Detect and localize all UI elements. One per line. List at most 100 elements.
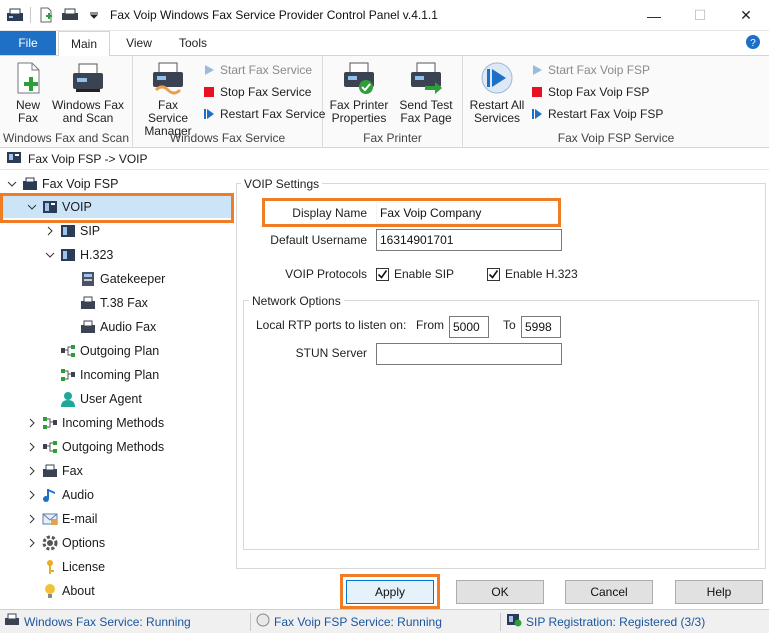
tree-item-about[interactable]: About xyxy=(42,580,95,602)
gear-icon xyxy=(42,535,58,551)
tree-item-root[interactable]: Fax Voip FSP xyxy=(6,173,118,195)
registered-phone-icon xyxy=(506,613,522,630)
tree-item-license[interactable]: License xyxy=(42,556,105,578)
display-name-input[interactable]: Fax Voip Company xyxy=(376,202,560,224)
rtp-from-input[interactable]: 5000 xyxy=(449,316,489,338)
voip-protocols-label: VOIP Protocols xyxy=(285,267,367,281)
tab-tools[interactable]: Tools xyxy=(168,31,218,55)
apply-button[interactable]: Apply xyxy=(346,580,434,604)
status-windows-fax-service[interactable]: Windows Fax Service: Running xyxy=(4,613,191,630)
fax-machine-icon xyxy=(22,176,38,192)
fax-service-manager-icon xyxy=(150,60,186,96)
checkmark-icon[interactable] xyxy=(487,267,500,281)
enable-sip-checkbox[interactable]: Enable SIP xyxy=(376,267,454,281)
send-test-fax-button[interactable]: Send Test Fax Page xyxy=(395,60,457,125)
restart-fsp-label: Restart Fax Voip FSP xyxy=(548,107,664,121)
tree-item-label: Fax xyxy=(62,464,83,478)
restart-fax-service-button[interactable]: Restart Fax Service xyxy=(203,104,325,124)
status-fsp-service[interactable]: Fax Voip FSP Service: Running xyxy=(256,613,442,630)
tree-item-h323[interactable]: H.323 xyxy=(44,244,113,266)
key-icon xyxy=(42,559,58,575)
tree-item-outgoing-methods[interactable]: Outgoing Methods xyxy=(26,436,164,458)
restart-fsp-button[interactable]: Restart Fax Voip FSP xyxy=(531,104,663,124)
email-icon xyxy=(42,511,58,527)
ok-button[interactable]: OK xyxy=(456,580,544,604)
tab-view[interactable]: View xyxy=(116,31,162,55)
tree-item-audio[interactable]: Audio xyxy=(26,484,94,506)
start-fax-service-button[interactable]: Start Fax Service xyxy=(203,60,312,80)
windows-fax-scan-button[interactable]: Windows Fax and Scan xyxy=(50,60,126,125)
stop-fsp-label: Stop Fax Voip FSP xyxy=(548,85,650,99)
help-icon[interactable]: ? xyxy=(745,34,761,50)
tree-item-outgoing-plan[interactable]: Outgoing Plan xyxy=(60,340,159,362)
start-fsp-button[interactable]: Start Fax Voip FSP xyxy=(531,60,650,80)
new-document-icon[interactable] xyxy=(37,7,55,23)
status-sip-registration[interactable]: SIP Registration: Registered (3/3) xyxy=(506,613,705,630)
rtp-to-input[interactable]: 5998 xyxy=(521,316,561,338)
tree-item-label: VOIP xyxy=(62,200,92,214)
chevron-down-icon[interactable] xyxy=(6,178,18,190)
flow-diagram-icon xyxy=(42,415,58,431)
new-fax-button[interactable]: New Fax xyxy=(8,60,48,125)
tab-main[interactable]: Main xyxy=(58,31,110,56)
tree-item-incoming-methods[interactable]: Incoming Methods xyxy=(26,412,164,434)
restart-all-services-button[interactable]: Restart All Services xyxy=(465,60,529,125)
stop-fsp-button[interactable]: Stop Fax Voip FSP xyxy=(531,82,649,102)
stun-server-input[interactable] xyxy=(376,343,562,365)
checkmark-icon[interactable] xyxy=(376,267,389,281)
tree-item-fax[interactable]: Fax xyxy=(26,460,83,482)
minimize-button[interactable]: — xyxy=(631,0,677,31)
fax-printer-properties-button[interactable]: Fax Printer Properties xyxy=(327,60,391,125)
maximize-button[interactable]: ☐ xyxy=(677,0,723,31)
tree-item-incoming-plan[interactable]: Incoming Plan xyxy=(60,364,159,386)
help-button[interactable]: Help xyxy=(675,580,763,604)
chevron-right-icon[interactable] xyxy=(26,537,38,549)
cancel-button[interactable]: Cancel xyxy=(565,580,653,604)
chevron-right-icon[interactable] xyxy=(26,465,38,477)
tree-item-audio-fax[interactable]: Audio Fax xyxy=(80,316,156,338)
fax-service-manager-label-1: Fax Service xyxy=(147,98,188,125)
group-windows-fax-service: Fax Service Manager Start Fax Service St… xyxy=(133,56,325,148)
tree-item-t38[interactable]: T.38 Fax xyxy=(80,292,148,314)
tree-item-label: Outgoing Plan xyxy=(80,344,160,358)
fax-machine-icon[interactable] xyxy=(6,7,24,23)
chevron-right-icon[interactable] xyxy=(26,441,38,453)
tree-item-label: Incoming Plan xyxy=(80,368,160,382)
chevron-right-icon[interactable] xyxy=(26,513,38,525)
tree-item-gatekeeper[interactable]: Gatekeeper xyxy=(80,268,165,290)
status-circle-icon xyxy=(256,613,270,630)
network-options-group xyxy=(243,300,759,550)
tree-item-user-agent[interactable]: User Agent xyxy=(60,388,142,410)
printer-icon[interactable] xyxy=(61,7,79,23)
tree-item-options[interactable]: Options xyxy=(26,532,105,554)
navigation-tree: Fax Voip FSP VOIP SIP H.323 Gatekeeper T… xyxy=(0,171,236,609)
tree-item-email[interactable]: E-mail xyxy=(26,508,97,530)
chevron-down-icon[interactable] xyxy=(26,201,38,213)
enable-h323-checkbox[interactable]: Enable H.323 xyxy=(487,267,578,281)
default-username-input[interactable]: 16314901701 xyxy=(376,229,562,251)
flow-diagram-icon xyxy=(42,439,58,455)
tree-item-sip[interactable]: SIP xyxy=(44,220,100,242)
status-windows-fax-service-text: Windows Fax Service: Running xyxy=(24,614,191,629)
stop-fax-service-button[interactable]: Stop Fax Service xyxy=(203,82,311,102)
close-button[interactable]: ✕ xyxy=(723,0,769,31)
status-divider xyxy=(500,613,501,631)
chevron-down-icon[interactable] xyxy=(44,249,56,261)
tab-file[interactable]: File xyxy=(0,31,56,55)
stun-server-label: STUN Server xyxy=(295,346,367,360)
voip-phone-icon xyxy=(60,223,76,239)
tree-item-voip[interactable]: VOIP xyxy=(0,196,232,218)
customize-toolbar-dropdown-icon[interactable] xyxy=(85,7,103,23)
restart-all-label-2: Services xyxy=(473,111,520,125)
tree-item-label: User Agent xyxy=(80,392,142,406)
user-icon xyxy=(60,391,76,407)
group-label: Windows Fax Service xyxy=(169,131,286,145)
fax-service-manager-button[interactable]: Fax Service Manager xyxy=(137,60,199,138)
start-fsp-label: Start Fax Voip FSP xyxy=(548,63,651,77)
fax-machine-icon xyxy=(80,295,96,311)
window-title: Fax Voip Windows Fax Service Provider Co… xyxy=(110,8,438,22)
chevron-right-icon[interactable] xyxy=(44,225,56,237)
chevron-right-icon[interactable] xyxy=(26,489,38,501)
chevron-right-icon[interactable] xyxy=(26,417,38,429)
stop-fax-service-label: Stop Fax Service xyxy=(220,85,312,99)
